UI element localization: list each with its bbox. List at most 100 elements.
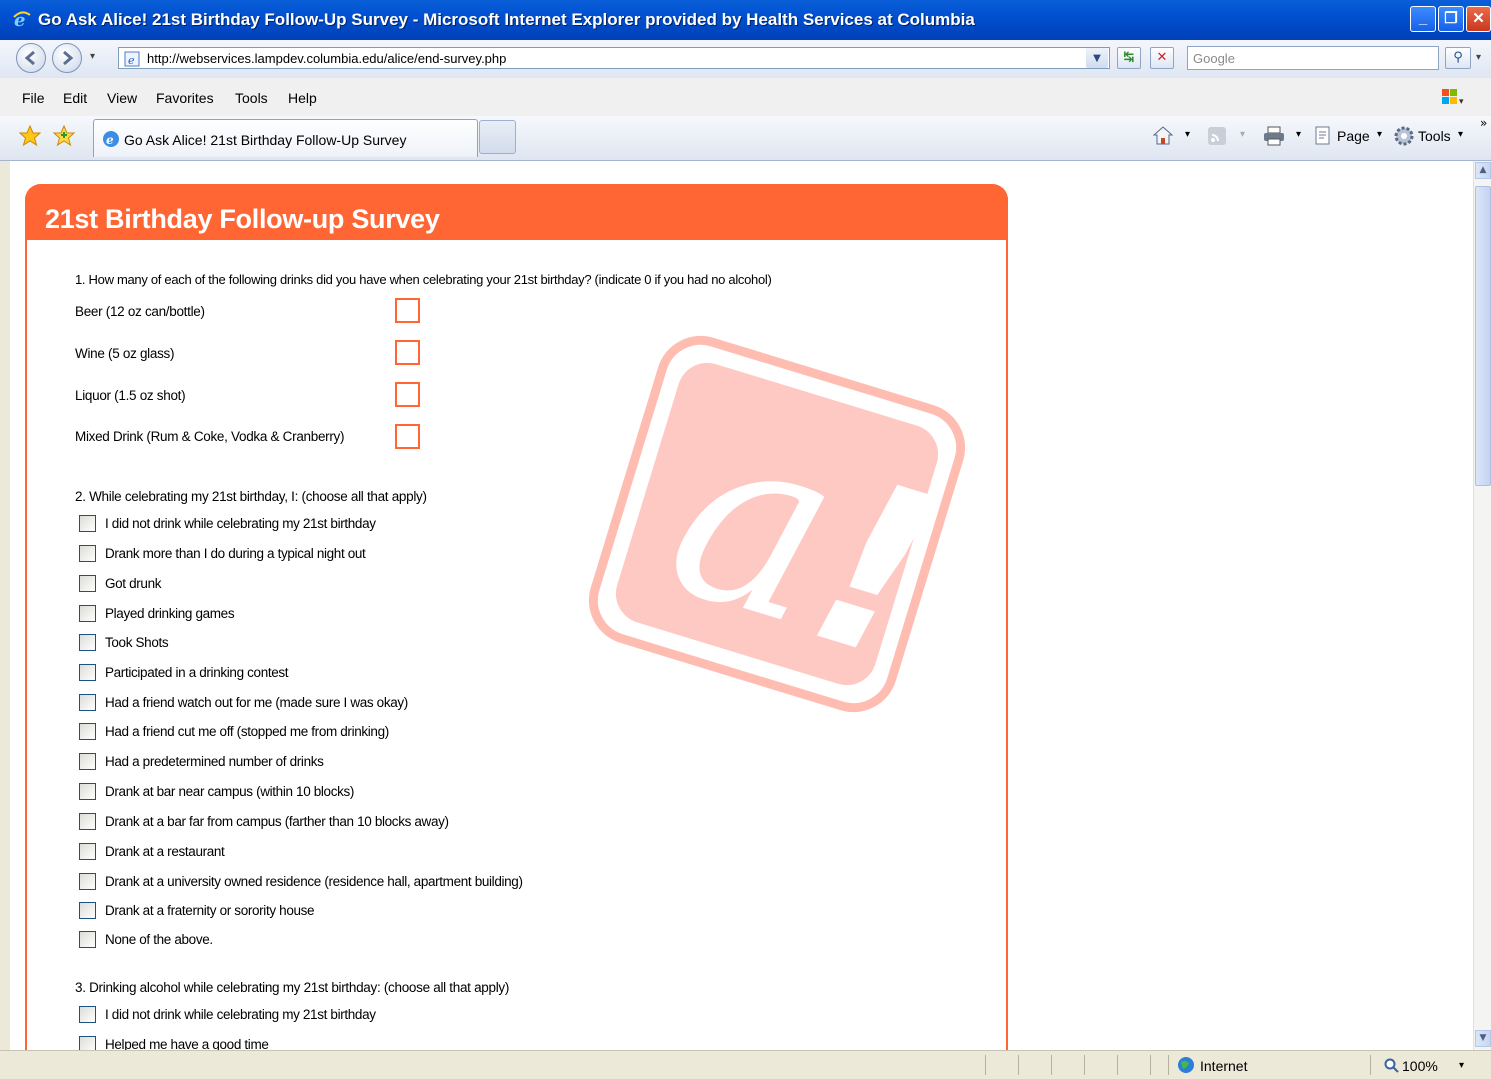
wine-count-input[interactable] [395,340,420,365]
windows-flag-icon[interactable]: ▾ [1440,87,1466,111]
stop-button[interactable]: ✕ [1150,47,1174,69]
menu-bar: File Edit View Favorites Tools Help ▾ [0,78,1491,117]
address-input[interactable]: e http://webservices.lampdev.columbia.ed… [118,47,1110,69]
feeds-dropdown[interactable]: ▾ [1240,129,1245,140]
question-3: 3. Drinking alcohol while celebrating my… [75,980,510,995]
checkbox[interactable] [79,1036,96,1050]
q2-option-label: Drank at a restaurant [105,844,225,859]
vertical-scrollbar[interactable]: ▲ ▼ [1473,161,1491,1050]
toolbar-overflow-chevron-icon[interactable]: » [1480,116,1487,130]
menu-favorites[interactable]: Favorites [156,90,214,106]
menu-view[interactable]: View [107,90,137,106]
home-icon[interactable] [1152,125,1174,151]
refresh-button[interactable]: ↹ [1117,47,1141,69]
status-divider [1084,1055,1085,1075]
tab-label: Go Ask Alice! 21st Birthday Follow-Up Su… [124,132,407,148]
drink-label-liquor: Liquor (1.5 oz shot) [75,388,186,403]
menu-edit[interactable]: Edit [63,90,87,106]
status-divider [1168,1055,1169,1075]
favorites-star-icon[interactable] [18,124,42,152]
menu-tools[interactable]: Tools [235,90,268,106]
scroll-down-button[interactable]: ▼ [1475,1030,1491,1047]
svg-text:e: e [128,54,135,67]
liquor-count-input[interactable] [395,382,420,407]
q3-option-label: I did not drink while celebrating my 21s… [105,1007,376,1022]
checkbox[interactable] [79,783,96,800]
page-dropdown[interactable]: ▾ [1377,129,1382,140]
survey-header: 21st Birthday Follow-up Survey [25,184,1008,240]
mixed-drink-count-input[interactable] [395,424,420,449]
forward-arrow-icon [63,50,74,66]
window-left-border [0,161,10,1050]
tools-menu-button[interactable]: Tools [1418,128,1451,144]
security-zone-label: Internet [1200,1058,1248,1074]
page-menu-icon [1313,126,1333,150]
address-toolbar: ▾ e http://webservices.lampdev.columbia.… [0,40,1491,79]
address-dropdown-button[interactable]: ▼ [1086,48,1108,68]
checkbox[interactable] [79,753,96,770]
checkbox[interactable] [79,575,96,592]
checkbox[interactable] [79,634,96,651]
print-dropdown[interactable]: ▾ [1296,129,1301,140]
checkbox[interactable] [79,902,96,919]
checkbox[interactable] [79,843,96,860]
q2-option-label: Drank at a fraternity or sorority house [105,903,315,918]
scroll-up-button[interactable]: ▲ [1475,162,1491,179]
checkbox[interactable] [79,723,96,740]
close-button[interactable]: ✕ [1466,6,1491,32]
title-bar: e Go Ask Alice! 21st Birthday Follow-Up … [0,0,1491,41]
zoom-dropdown[interactable]: ▾ [1459,1060,1464,1071]
survey-title: 21st Birthday Follow-up Survey [45,204,440,234]
back-button[interactable] [16,43,46,73]
checkbox[interactable] [79,1006,96,1023]
minimize-button[interactable]: _ [1410,6,1436,32]
question-2: 2. While celebrating my 21st birthday, I… [75,489,427,504]
checkbox[interactable] [79,873,96,890]
zoom-magnifier-icon [1384,1058,1400,1078]
tab-active[interactable]: e Go Ask Alice! 21st Birthday Follow-Up … [93,119,478,157]
q2-option-label: Drank at a university owned residence (r… [105,874,523,889]
feeds-icon[interactable] [1207,126,1227,150]
search-input[interactable]: Google [1187,46,1439,70]
scroll-thumb[interactable] [1475,186,1491,486]
menu-file[interactable]: File [22,90,45,106]
search-options-dropdown[interactable]: ▾ [1476,52,1481,63]
checkbox[interactable] [79,813,96,830]
tab-ie-icon: e [102,130,120,152]
status-divider [1051,1055,1052,1075]
drink-label-wine: Wine (5 oz glass) [75,346,175,361]
menu-help[interactable]: Help [288,90,317,106]
survey-panel: 21st Birthday Follow-up Survey a ! 1. Ho… [25,184,1008,1050]
page-menu-button[interactable]: Page [1337,128,1370,144]
print-icon[interactable] [1263,126,1285,150]
q2-option-label: Drank at bar near campus (within 10 bloc… [105,784,355,799]
beer-count-input[interactable] [395,298,420,323]
checkbox[interactable] [79,694,96,711]
home-dropdown[interactable]: ▾ [1185,129,1190,140]
q2-option-label: None of the above. [105,932,213,947]
new-tab-button[interactable] [479,120,516,154]
drink-label-beer: Beer (12 oz can/bottle) [75,304,205,319]
checkbox[interactable] [79,664,96,681]
checkbox[interactable] [79,515,96,532]
stop-icon: ✕ [1156,50,1168,65]
search-button[interactable]: ⚲ [1445,47,1471,69]
question-1: 1. How many of each of the following dri… [75,272,772,287]
go-ask-alice-watermark-logo: a ! [588,335,966,714]
add-favorite-icon[interactable] [52,124,76,152]
tools-gear-icon [1393,125,1415,151]
page-content: 21st Birthday Follow-up Survey a ! 1. Ho… [10,161,1473,1050]
svg-text:e: e [106,133,114,147]
tools-dropdown[interactable]: ▾ [1458,129,1463,140]
checkbox[interactable] [79,545,96,562]
zoom-level-button[interactable]: 100% [1402,1058,1438,1074]
search-placeholder: Google [1193,51,1235,66]
restore-button[interactable]: ❐ [1438,6,1464,32]
svg-text:▾: ▾ [1459,97,1464,107]
checkbox[interactable] [79,605,96,622]
q2-option-label: I did not drink while celebrating my 21s… [105,516,376,531]
recent-pages-dropdown[interactable]: ▾ [90,51,95,62]
status-divider [1150,1055,1151,1075]
forward-button[interactable] [52,43,82,73]
checkbox[interactable] [79,931,96,948]
